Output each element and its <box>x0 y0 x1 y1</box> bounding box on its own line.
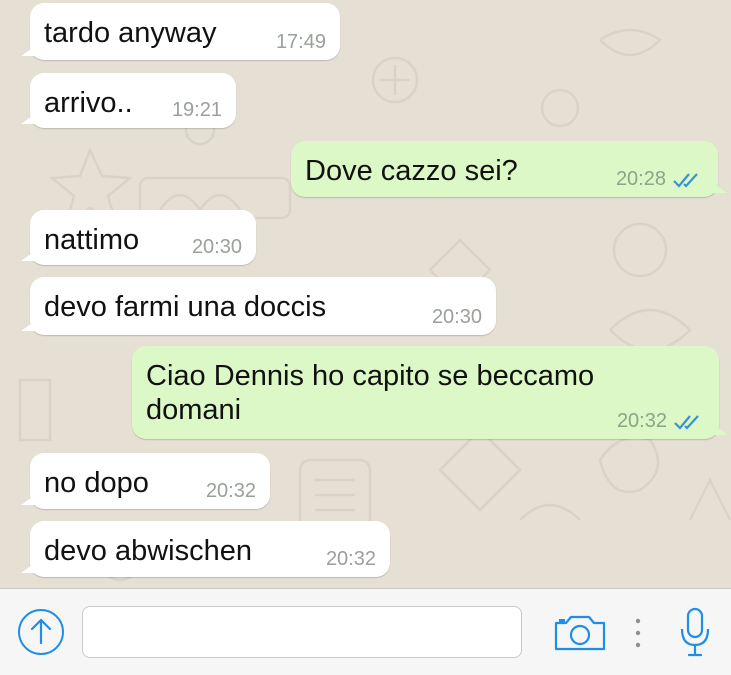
message-meta: 20:30 <box>432 306 482 329</box>
message-time: 20:32 <box>616 410 667 432</box>
message-meta: 20:32 <box>617 410 705 433</box>
message-time: 17:49 <box>275 31 326 53</box>
message-time: 20:32 <box>325 548 376 570</box>
message-bubble-outgoing[interactable]: Dove cazzo sei? 20:28 <box>291 141 727 197</box>
microphone-icon[interactable] <box>678 607 712 659</box>
message-text: devo farmi una doccis <box>44 291 327 323</box>
message-meta: 17:49 <box>276 31 326 54</box>
message-meta: 20:28 <box>616 168 704 191</box>
message-time: 20:30 <box>431 306 482 328</box>
message-bubble-incoming[interactable]: nattimo 20:30 <box>21 210 256 265</box>
more-dots-icon[interactable] <box>630 617 646 649</box>
message-bubble-incoming[interactable]: devo abwischen 20:32 <box>21 521 390 577</box>
message-meta: 19:21 <box>172 99 222 122</box>
message-time: 20:32 <box>205 480 256 502</box>
message-meta: 20:30 <box>192 236 242 259</box>
message-bubble-incoming[interactable]: no dopo 20:32 <box>21 453 270 509</box>
message-bubble-incoming[interactable]: devo farmi una doccis 20:30 <box>21 277 496 335</box>
camera-icon[interactable] <box>552 611 608 653</box>
message-bubble-incoming[interactable]: arrivo.. 19:21 <box>21 73 236 128</box>
message-bubble-outgoing[interactable]: Ciao Dennis ho capito se beccamo domani … <box>132 346 728 439</box>
read-ticks-icon <box>673 172 698 188</box>
message-input-bar <box>0 588 731 675</box>
message-input[interactable] <box>82 606 522 658</box>
read-ticks-icon <box>674 414 699 430</box>
share-up-arrow-icon[interactable] <box>16 607 66 657</box>
message-time: 19:21 <box>171 99 222 121</box>
message-time: 20:28 <box>615 168 666 190</box>
message-meta: 20:32 <box>206 480 256 503</box>
message-meta: 20:32 <box>326 548 376 571</box>
chat-area[interactable]: tardo anyway 17:49 arrivo.. 19:21 Dove c… <box>0 0 731 588</box>
message-time: 20:30 <box>191 236 242 258</box>
message-bubble-incoming[interactable]: tardo anyway 17:49 <box>21 3 340 60</box>
